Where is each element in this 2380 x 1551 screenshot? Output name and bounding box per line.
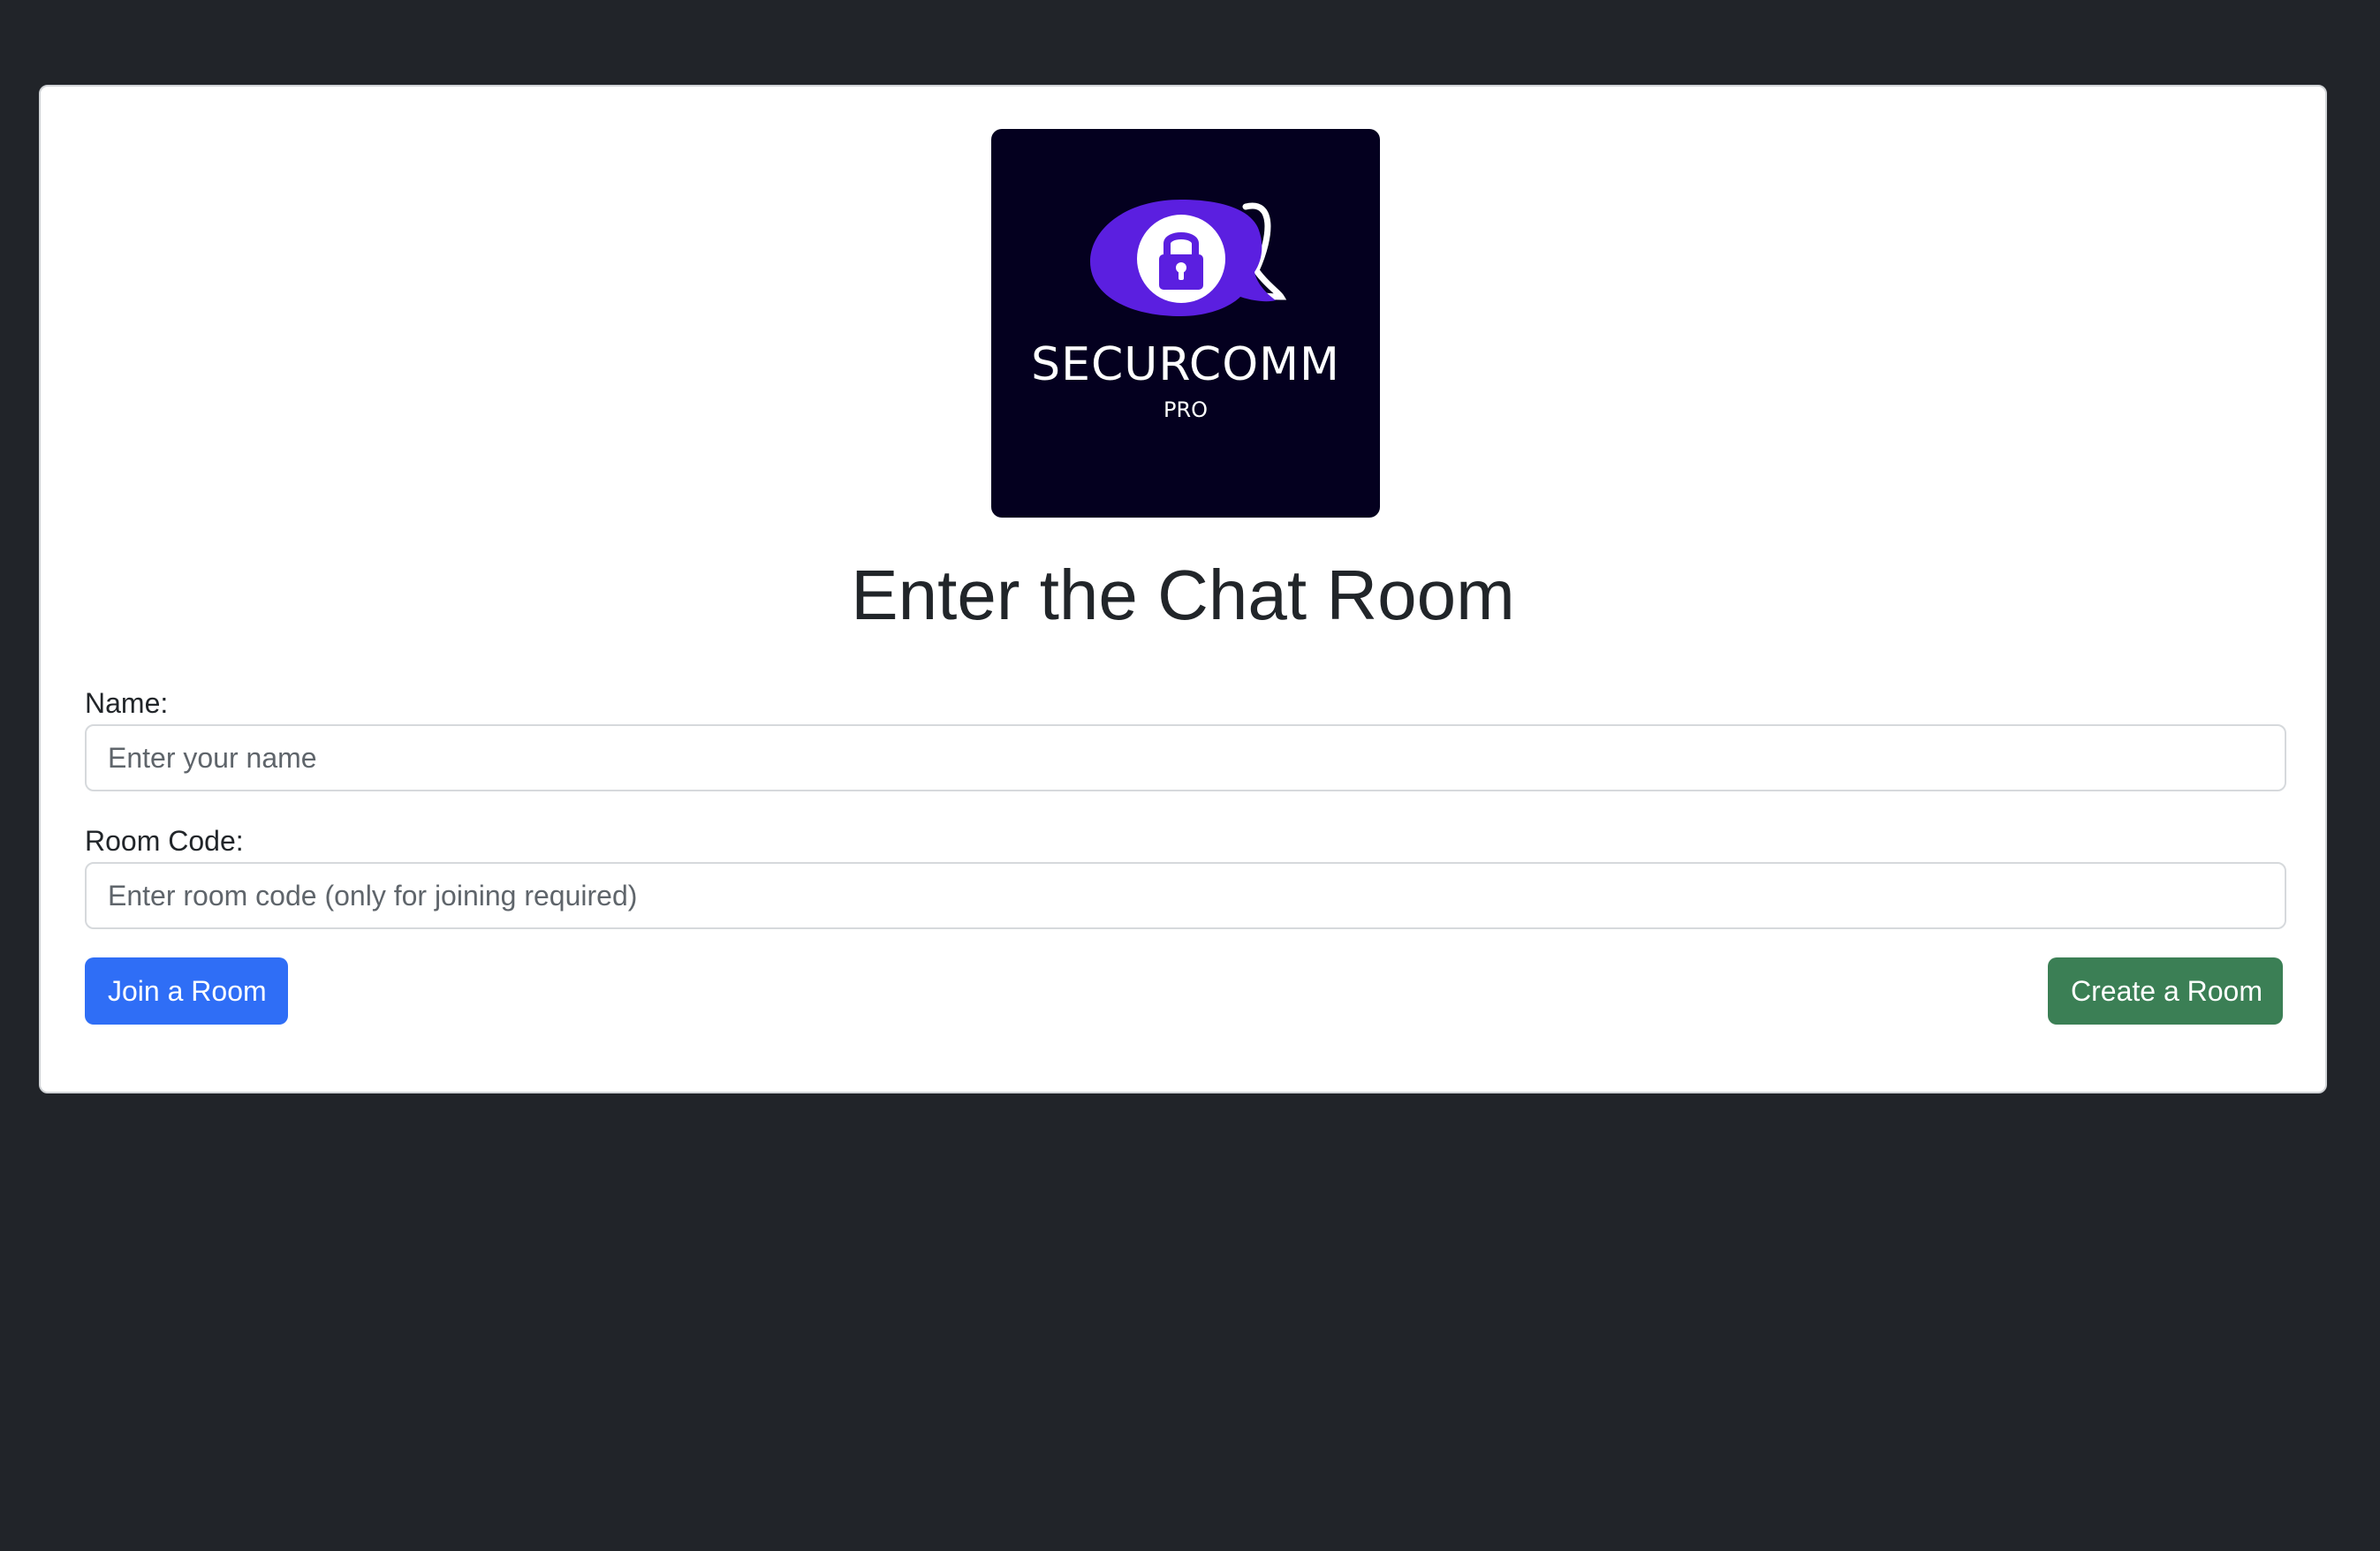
entry-card: SECURCOMM PRO Enter the Chat Room Name: …: [39, 85, 2327, 1093]
page-background: SECURCOMM PRO Enter the Chat Room Name: …: [0, 0, 2380, 1551]
logo-background: [991, 129, 1380, 518]
logo-graphic: SECURCOMM PRO: [991, 129, 1380, 518]
securcomm-logo: SECURCOMM PRO: [991, 129, 1380, 518]
page-title: Enter the Chat Room: [851, 556, 1515, 634]
name-input[interactable]: [85, 724, 2286, 791]
name-label: Name:: [85, 687, 169, 719]
join-room-button[interactable]: Join a Room: [85, 957, 288, 1025]
logo-brand-tier: PRO: [1163, 397, 1208, 422]
create-room-button[interactable]: Create a Room: [2048, 957, 2283, 1025]
logo-brand-name: SECURCOMM: [1031, 338, 1340, 391]
room-code-input[interactable]: [85, 862, 2286, 929]
room-code-label: Room Code:: [85, 825, 244, 857]
